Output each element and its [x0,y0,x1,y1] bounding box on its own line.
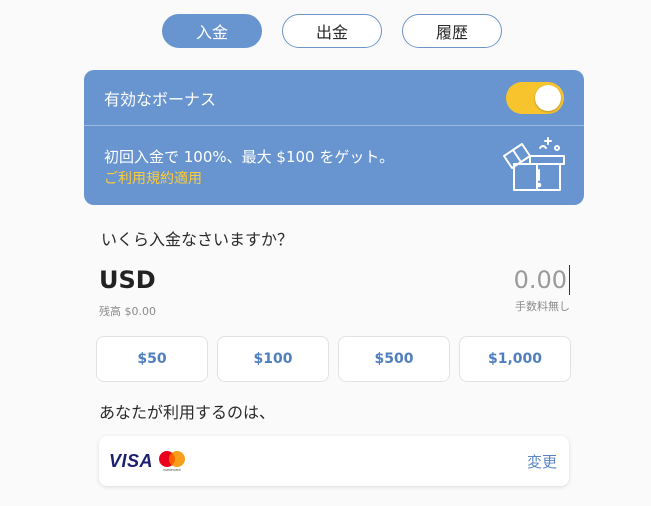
currency-code: USD [99,266,156,294]
preset-1000-button[interactable]: $1,000 [459,336,571,382]
bonus-toggle[interactable] [506,81,564,114]
gift-icon [503,137,565,191]
mastercard-wordmark: mastercard [163,468,181,472]
mastercard-logo: mastercard [159,451,186,472]
preset-amounts: $50 $100 $500 $1,000 [96,336,571,382]
preset-500-button[interactable]: $500 [338,336,450,382]
tab-history[interactable]: 履歴 [402,14,502,48]
change-payment-link[interactable]: 変更 [527,451,557,472]
payment-method-label: あなたが利用するのは、 [99,403,276,422]
visa-logo: VISA [109,450,154,471]
bonus-body: 初回入金で 100%、最大 $100 をゲット。 ご利用規約適用 [84,126,584,205]
tab-deposit[interactable]: 入金 [162,14,262,48]
preset-50-button[interactable]: $50 [96,336,208,382]
amount-input[interactable] [460,265,570,295]
terms-link[interactable]: ご利用規約適用 [104,168,564,190]
amount-question: いくら入金なさいますか？ [101,230,294,249]
bonus-title: 有効なボーナス [104,89,217,109]
tab-withdraw[interactable]: 出金 [282,14,382,48]
card-brand-logos: VISA mastercard [109,450,187,472]
toggle-knob [535,84,561,111]
balance-text: 残高 $0.00 [99,305,156,318]
payment-method-card[interactable]: VISA mastercard 変更 [99,436,569,486]
bonus-header: 有効なボーナス [84,70,584,126]
deposit-tabs: 入金 出金 履歴 [162,14,502,48]
bonus-description: 初回入金で 100%、最大 $100 をゲット。 [104,148,395,166]
fee-note: 手数料無し [515,300,570,313]
bonus-card: 有効なボーナス 初回入金で 100%、最大 $100 をゲット。 ご利用規約適用 [84,70,584,205]
preset-100-button[interactable]: $100 [217,336,329,382]
